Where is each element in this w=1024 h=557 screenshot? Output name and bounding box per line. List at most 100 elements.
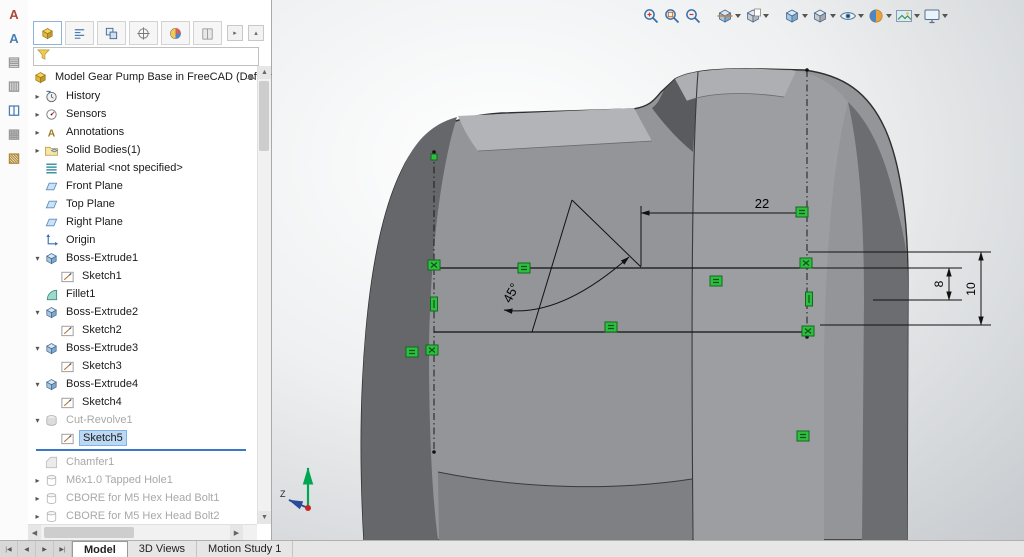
dim-8-label[interactable]: 8 xyxy=(932,280,946,287)
expand-arrow[interactable]: ▸ xyxy=(32,128,43,137)
flyout-collapse-button[interactable]: ▴ xyxy=(248,25,264,41)
dropdown-caret-icon[interactable] xyxy=(858,14,864,18)
dropdown-caret-icon[interactable] xyxy=(886,14,892,18)
displaymanager-tab[interactable] xyxy=(161,21,190,45)
expand-arrow[interactable]: ▸ xyxy=(32,110,43,119)
scroll-right-arrow[interactable]: ▶ xyxy=(230,525,243,540)
section-view-icon[interactable] xyxy=(716,6,741,26)
tree-item-front-plane[interactable]: Front Plane xyxy=(28,177,256,195)
expand-arrow[interactable]: ▾ xyxy=(32,416,43,425)
tree-item-sketch4[interactable]: Sketch4 xyxy=(28,393,256,411)
relation-marker-eq[interactable] xyxy=(518,263,530,273)
expand-arrow[interactable]: ▾ xyxy=(32,308,43,317)
scroll-left-arrow[interactable]: ◀ xyxy=(28,525,41,540)
expand-arrow[interactable]: ▾ xyxy=(32,254,43,263)
dim-10-label[interactable]: 10 xyxy=(964,282,978,296)
tree-item-sensors[interactable]: ▸Sensors xyxy=(28,105,256,123)
tree-item-top-plane[interactable]: Top Plane xyxy=(28,195,256,213)
tree-item-boss-extrude4[interactable]: ▾Boss-Extrude4 xyxy=(28,375,256,393)
relation-marker-eq[interactable] xyxy=(406,347,418,357)
tree-item-boss-extrude3[interactable]: ▾Boss-Extrude3 xyxy=(28,339,256,357)
dropdown-caret-icon[interactable] xyxy=(942,14,948,18)
tree-item-origin[interactable]: Origin xyxy=(28,231,256,249)
relation-marker-eq[interactable] xyxy=(797,431,809,441)
tree-item-cut-revolve1[interactable]: ▾Cut-Revolve1 xyxy=(28,411,256,429)
document-tab-motion-study-1[interactable]: Motion Study 1 xyxy=(197,541,293,557)
tree-item-solid-bodies-1[interactable]: ▸Solid Bodies(1) xyxy=(28,141,256,159)
scroll-thumb[interactable] xyxy=(44,527,134,538)
edit-appearance-icon[interactable] xyxy=(867,6,892,26)
tab-scroll-button[interactable]: ◀ xyxy=(18,541,36,557)
dimxpertmanager-tab[interactable] xyxy=(129,21,158,45)
hide-show-items-icon[interactable] xyxy=(839,6,864,26)
tree-item-cbore-for-m5-hex-head-bolt1[interactable]: ▸CBORE for M5 Hex Head Bolt1 xyxy=(28,489,256,507)
3d-drawing-view-icon[interactable] xyxy=(744,6,769,26)
tree-item-right-plane[interactable]: Right Plane xyxy=(28,213,256,231)
graphics-area[interactable]: 22 45° 8 10 xyxy=(272,0,1024,540)
scroll-thumb[interactable] xyxy=(259,81,269,151)
relation-marker-bar[interactable] xyxy=(431,297,438,311)
note-icon[interactable]: A xyxy=(3,4,25,24)
tree-item-m6x1-0-tapped-hole1[interactable]: ▸M6x1.0 Tapped Hole1 xyxy=(28,471,256,489)
relation-marker-x[interactable] xyxy=(802,326,814,336)
tree-item-boss-extrude1[interactable]: ▾Boss-Extrude1 xyxy=(28,249,256,267)
tab-scroll-button[interactable]: ▶| xyxy=(54,541,72,557)
dropdown-caret-icon[interactable] xyxy=(830,14,836,18)
design-library-icon[interactable]: ▥ xyxy=(3,76,25,96)
pane-extra-tab[interactable] xyxy=(193,21,222,45)
custom-tools-icon[interactable]: ▧ xyxy=(3,148,25,168)
relation-marker-eq[interactable] xyxy=(796,207,808,217)
relation-marker-dot[interactable] xyxy=(431,154,437,160)
apply-scene-icon[interactable] xyxy=(895,6,920,26)
document-tab-3d-views[interactable]: 3D Views xyxy=(128,541,197,557)
file-explorer-icon[interactable]: ◫ xyxy=(3,100,25,120)
tree-item-boss-extrude2[interactable]: ▾Boss-Extrude2 xyxy=(28,303,256,321)
tree-item-sketch5[interactable]: Sketch5 xyxy=(28,429,256,447)
view-orientation-icon[interactable] xyxy=(783,6,808,26)
tree-item-cbore-for-m5-hex-head-bolt2[interactable]: ▸CBORE for M5 Hex Head Bolt2 xyxy=(28,507,256,525)
dropdown-caret-icon[interactable] xyxy=(735,14,741,18)
view-palette-icon[interactable]: ▦ xyxy=(3,124,25,144)
tree-item-sketch3[interactable]: Sketch3 xyxy=(28,357,256,375)
propertymanager-tab[interactable] xyxy=(65,21,94,45)
relation-marker-eq[interactable] xyxy=(605,322,617,332)
expand-arrow[interactable]: ▸ xyxy=(32,512,43,521)
display-style-icon[interactable] xyxy=(811,6,836,26)
filter-input[interactable] xyxy=(51,48,258,65)
zoom-to-fit-icon[interactable] xyxy=(684,6,702,26)
tree-item-fillet1[interactable]: Fillet1 xyxy=(28,285,256,303)
scroll-up-arrow[interactable]: ▲ xyxy=(258,66,271,79)
expand-arrow[interactable]: ▾ xyxy=(32,380,43,389)
view-settings-icon[interactable] xyxy=(923,6,948,26)
tab-scroll-button[interactable]: |◀ xyxy=(0,541,18,557)
tree-item-sketch2[interactable]: Sketch2 xyxy=(28,321,256,339)
expand-arrow[interactable]: ▸ xyxy=(32,146,43,155)
dim-22-label[interactable]: 22 xyxy=(755,196,769,211)
relation-marker-x[interactable] xyxy=(426,345,438,355)
gear-pump-base-model[interactable] xyxy=(361,69,908,540)
expand-arrow[interactable]: ▸ xyxy=(32,92,43,101)
relation-marker-bar[interactable] xyxy=(806,292,813,306)
collapse-pane-arrow[interactable] xyxy=(247,74,255,79)
featuremanager-design-tree-tab[interactable] xyxy=(33,21,62,45)
document-tab-model[interactable]: Model xyxy=(72,541,128,557)
tree-vertical-scrollbar[interactable]: ▲ ▼ xyxy=(257,66,271,524)
relation-marker-x[interactable] xyxy=(800,258,812,268)
model-scene[interactable]: 22 45° 8 10 xyxy=(272,0,1024,540)
configurationmanager-tab[interactable] xyxy=(97,21,126,45)
relation-marker-eq[interactable] xyxy=(710,276,722,286)
clipboard-icon[interactable]: ▤ xyxy=(3,52,25,72)
tree-item-history[interactable]: ▸History xyxy=(28,87,256,105)
tree-item-chamfer1[interactable]: Chamfer1 xyxy=(28,453,256,471)
tree-item-material-not-specified[interactable]: Material <not specified> xyxy=(28,159,256,177)
flyout-pin-button[interactable]: ▸ xyxy=(227,25,243,41)
zoom-in-icon[interactable] xyxy=(642,6,660,26)
dropdown-caret-icon[interactable] xyxy=(802,14,808,18)
rollback-bar[interactable] xyxy=(36,449,246,451)
tree-item-annotations[interactable]: ▸AAnnotations xyxy=(28,123,256,141)
expand-arrow[interactable]: ▸ xyxy=(32,494,43,503)
tree-horizontal-scrollbar[interactable]: ◀ ▶ xyxy=(28,524,257,541)
dropdown-caret-icon[interactable] xyxy=(914,14,920,18)
expand-arrow[interactable]: ▸ xyxy=(32,476,43,485)
relation-marker-x[interactable] xyxy=(428,260,440,270)
